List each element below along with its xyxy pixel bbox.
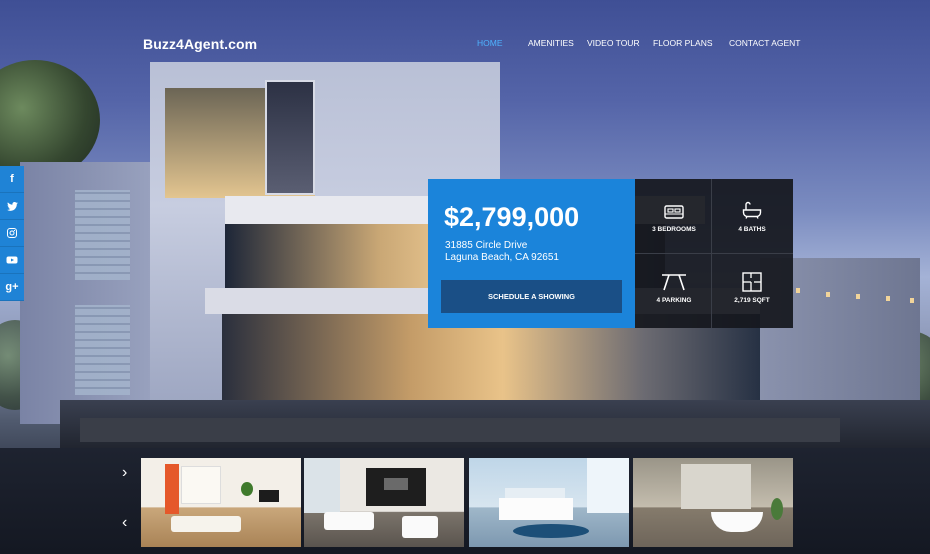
feature-sqft: 2,719 SQFT: [713, 254, 791, 326]
glass-block-wall: [75, 305, 130, 395]
twitter-icon[interactable]: [0, 193, 24, 220]
chevron-right-icon[interactable]: ›: [122, 464, 127, 482]
nav-home[interactable]: HOME: [477, 38, 503, 48]
youtube-icon[interactable]: [0, 247, 24, 274]
feature-label: 3 BEDROOMS: [652, 226, 696, 233]
gallery-thumbnail-bathroom[interactable]: [633, 458, 793, 547]
feature-parking: 4 PARKING: [635, 254, 713, 326]
bathtub: [711, 512, 763, 532]
window: [587, 458, 629, 513]
nav-video-tour[interactable]: VIDEO TOUR: [587, 38, 640, 48]
window: [681, 464, 751, 509]
glass-block-wall: [75, 190, 130, 280]
gallery-thumbnail-lounge[interactable]: [304, 458, 464, 547]
window-light: [886, 296, 890, 301]
parking-icon: [662, 274, 686, 291]
feature-label: 4 BATHS: [738, 226, 766, 233]
feature-baths: 4 BATHS: [713, 179, 791, 251]
nav-amenities[interactable]: AMENITIES: [528, 38, 574, 48]
bathtub-icon: [742, 201, 762, 219]
instagram-icon[interactable]: [0, 220, 24, 247]
main-nav: HOME AMENITIES VIDEO TOUR FLOOR PLANS CO…: [0, 38, 930, 52]
gallery-thumbnail-bedroom[interactable]: [469, 458, 629, 547]
bed-icon: [664, 205, 684, 219]
feature-bedrooms: 3 BEDROOMS: [635, 179, 713, 251]
bed: [499, 498, 573, 520]
nav-contact-agent[interactable]: CONTACT AGENT: [729, 38, 800, 48]
social-sidebar: f g+: [0, 166, 24, 301]
plant: [771, 498, 783, 520]
window-light: [826, 292, 830, 297]
feature-label: 2,719 SQFT: [734, 297, 770, 304]
sofa: [171, 516, 241, 532]
address-city: Laguna Beach, CA 92651: [445, 252, 559, 263]
nav-floor-plans[interactable]: FLOOR PLANS: [653, 38, 713, 48]
building-upper-window: [265, 80, 315, 195]
rug: [513, 524, 589, 538]
chevron-left-icon[interactable]: ‹: [122, 514, 127, 532]
window-curtain: [165, 464, 179, 514]
window: [304, 458, 340, 513]
feature-label: 4 PARKING: [656, 297, 692, 304]
floorplan-icon: [742, 272, 762, 292]
tv: [259, 490, 279, 502]
tv: [384, 478, 408, 490]
schedule-showing-button[interactable]: SCHEDULE A SHOWING: [441, 280, 622, 313]
sofa: [324, 512, 374, 530]
listing-summary-card: $2,799,000 31885 Circle Drive Laguna Bea…: [428, 179, 635, 328]
gallery-thumbnail-living-room[interactable]: [141, 458, 301, 547]
headboard: [505, 488, 565, 498]
window: [181, 466, 221, 504]
armchair: [402, 516, 438, 538]
address-street: 31885 Circle Drive: [445, 240, 528, 251]
pool-deck: [80, 418, 840, 442]
facebook-icon[interactable]: f: [0, 166, 24, 193]
window-light: [796, 288, 800, 293]
listing-price: $2,799,000: [444, 202, 580, 232]
window-light: [910, 298, 914, 303]
window-light: [856, 294, 860, 299]
listing-features-card: 3 BEDROOMS 4 BATHS 4 PARKING 2,719 SQFT: [635, 179, 793, 328]
plant: [241, 482, 253, 496]
google-plus-icon[interactable]: g+: [0, 274, 24, 301]
